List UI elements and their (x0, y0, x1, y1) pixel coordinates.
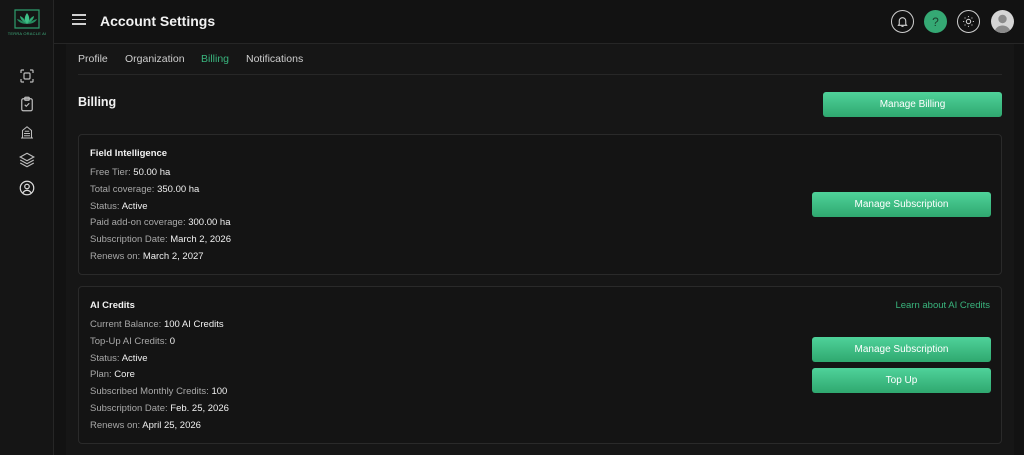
info-row: Subscription Date: March 2, 2026 (90, 234, 231, 245)
scan-icon (20, 69, 34, 83)
info-row: Renews on: April 25, 2026 (90, 420, 201, 431)
info-row: Status: Active (90, 353, 148, 364)
info-row: Subscription Date: Feb. 25, 2026 (90, 403, 229, 414)
info-row: Top-Up AI Credits: 0 (90, 336, 176, 347)
tab-organization[interactable]: Organization (125, 53, 185, 65)
farm-icon (21, 126, 33, 139)
field-intelligence-card: Field Intelligence Free Tier: 50.00 ha T… (78, 134, 1002, 275)
notifications-button[interactable] (891, 10, 914, 33)
info-row: Status: Active (90, 201, 148, 212)
tab-billing[interactable]: Billing (201, 53, 229, 65)
main-content: Profile Organization Billing Notificatio… (66, 44, 1014, 455)
menu-icon[interactable] (72, 14, 86, 28)
help-icon: ? (932, 14, 939, 29)
sidebar: TERRA ORACLE AI (0, 0, 54, 455)
page-title: Account Settings (100, 13, 216, 29)
user-circle-icon (19, 180, 35, 196)
info-row: Paid add-on coverage: 300.00 ha (90, 217, 231, 228)
bell-icon (897, 17, 908, 27)
theme-toggle-button[interactable] (957, 10, 980, 33)
avatar[interactable] (991, 10, 1014, 33)
info-row: Subscribed Monthly Credits: 100 (90, 386, 228, 397)
card-title: AI Credits (90, 300, 135, 311)
nav-account[interactable] (17, 178, 37, 198)
manage-subscription-button[interactable]: Manage Subscription (812, 337, 991, 362)
top-up-button[interactable]: Top Up (812, 368, 991, 393)
avatar-icon (994, 14, 1011, 33)
settings-tabs: Profile Organization Billing Notificatio… (78, 53, 1002, 75)
info-row: Current Balance: 100 AI Credits (90, 319, 224, 330)
layers-icon (19, 152, 35, 168)
tab-notifications[interactable]: Notifications (246, 53, 303, 65)
manage-subscription-button[interactable]: Manage Subscription (812, 192, 991, 217)
tab-profile[interactable]: Profile (78, 53, 108, 65)
logo[interactable]: TERRA ORACLE AI (8, 8, 46, 38)
ai-credits-card: AI Credits Learn about AI Credits Curren… (78, 286, 1002, 444)
info-row: Renews on: March 2, 2027 (90, 251, 204, 262)
nav-tasks[interactable] (17, 94, 37, 114)
info-row: Total coverage: 350.00 ha (90, 184, 200, 195)
card-title: Field Intelligence (90, 148, 168, 159)
manage-billing-button[interactable]: Manage Billing (823, 92, 1002, 117)
help-button[interactable]: ? (924, 10, 947, 33)
nav-layers[interactable] (17, 150, 37, 170)
billing-heading: Billing (78, 95, 117, 109)
info-row: Free Tier: 50.00 ha (90, 167, 171, 178)
info-row: Plan: Core (90, 369, 135, 380)
logo-lotus-icon (14, 9, 40, 29)
nav-farms[interactable] (17, 122, 37, 142)
sun-icon (963, 16, 974, 27)
top-bar: Account Settings ? (54, 0, 1024, 44)
clipboard-check-icon (21, 96, 33, 112)
nav-scan[interactable] (17, 66, 37, 86)
logo-text: TERRA ORACLE AI (7, 31, 47, 36)
learn-about-ai-credits-link[interactable]: Learn about AI Credits (895, 300, 990, 311)
